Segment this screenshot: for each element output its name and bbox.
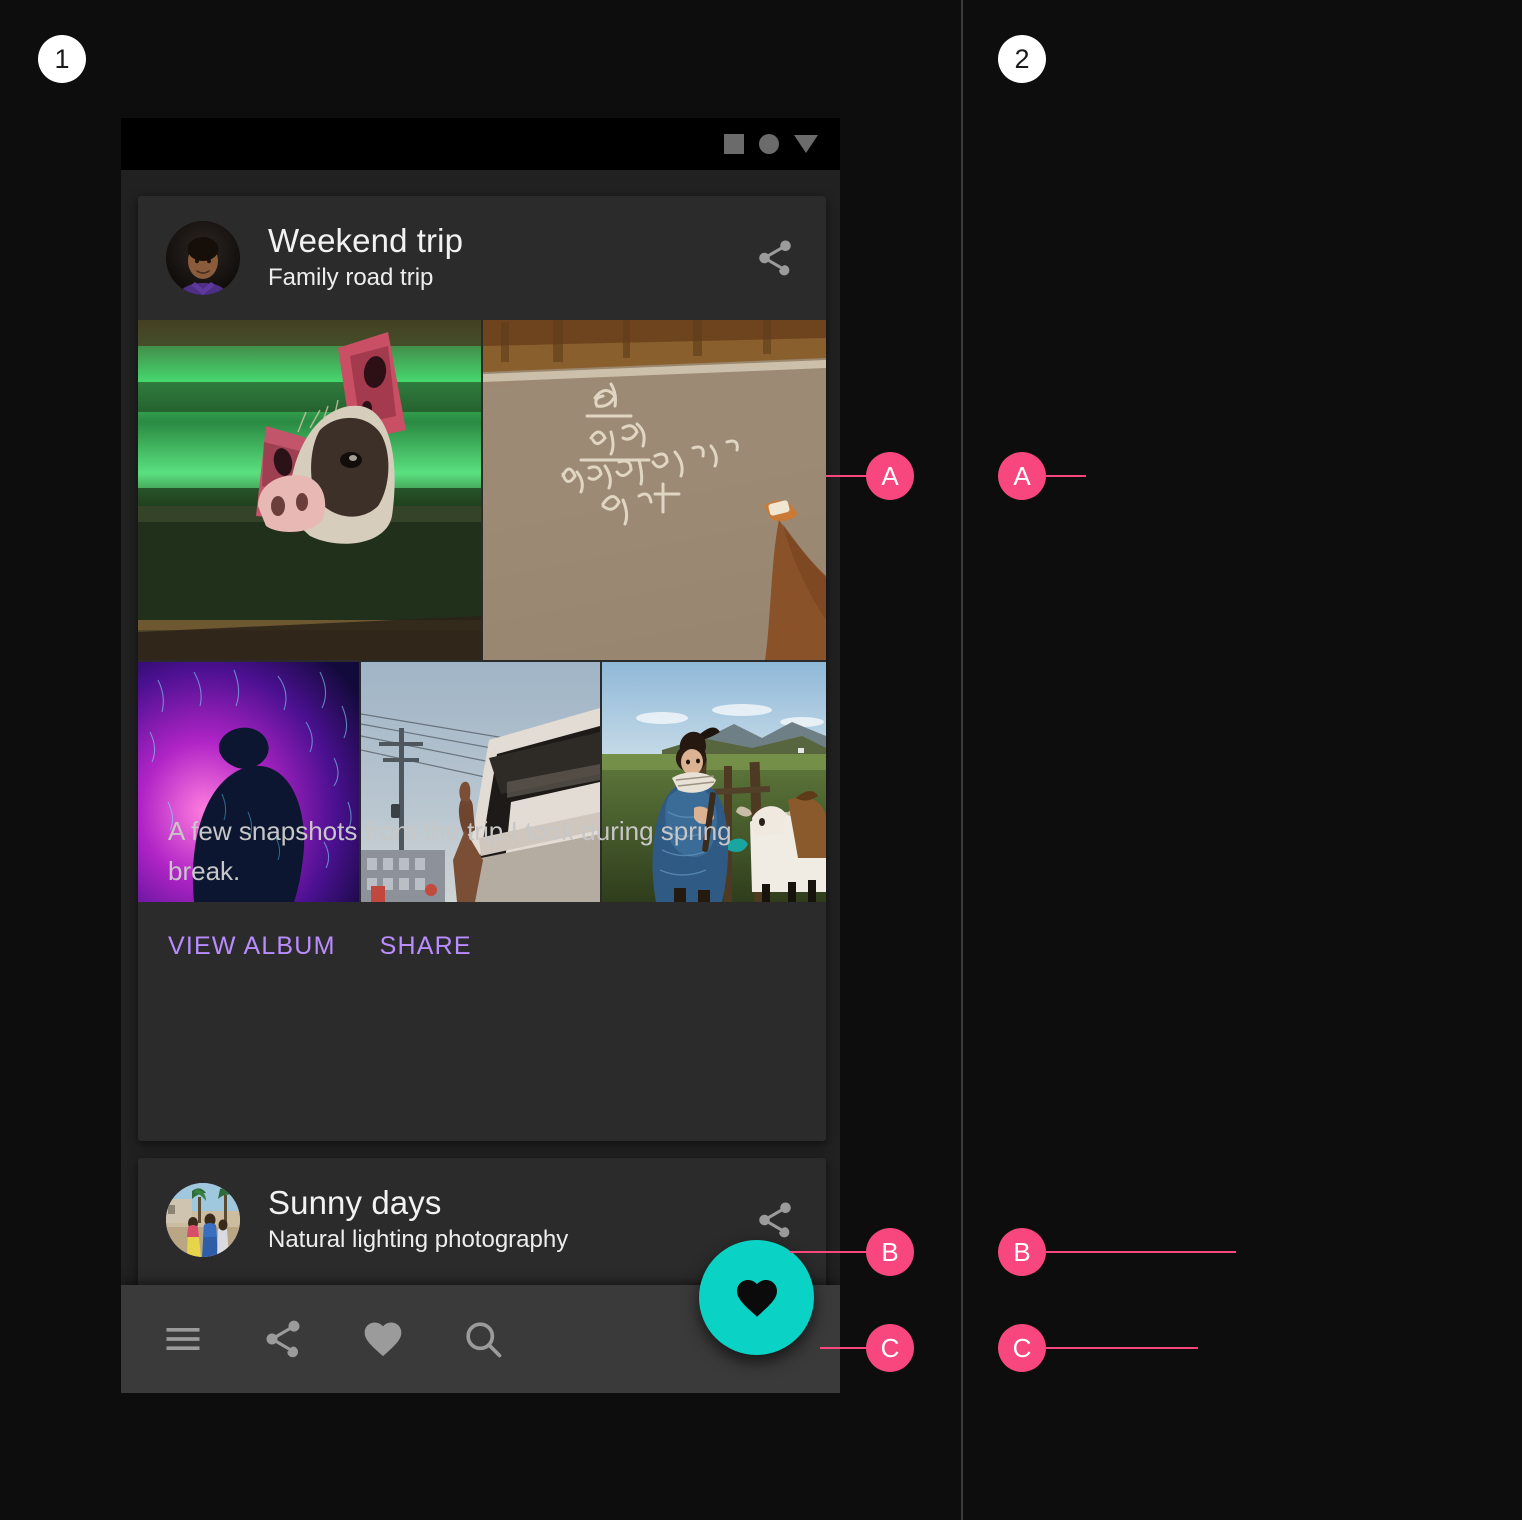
card-header-text: Sunny days Natural lighting photography (268, 1183, 742, 1256)
photo-chalkboard-writing[interactable] (483, 320, 826, 660)
elevation-ruler-diagram (961, 0, 1522, 1520)
share-button[interactable]: SHARE (380, 932, 472, 961)
leader-line-c-right (1046, 1347, 1198, 1349)
card-title: Sunny days (268, 1183, 442, 1221)
leader-line-b-left (790, 1251, 870, 1253)
marker-b-right: B (998, 1228, 1046, 1276)
photo-pig-in-pen[interactable] (138, 320, 481, 660)
card-actions: VIEW ALBUM SHARE (138, 932, 826, 961)
share-icon[interactable] (259, 1315, 307, 1363)
marker-b-left: B (866, 1228, 914, 1276)
leader-line-b-right (1046, 1251, 1236, 1253)
marker-a-left-label: A (881, 461, 899, 491)
step-badge-1-label: 1 (54, 43, 70, 74)
card-title: Weekend trip (268, 221, 464, 259)
status-bar (121, 118, 840, 170)
photo-grid (138, 320, 826, 902)
circle-icon (759, 134, 779, 154)
avatar (166, 221, 240, 295)
search-icon[interactable] (459, 1315, 507, 1363)
card-subtitle: Family road trip (268, 264, 434, 292)
card-body: A few snapshots from the trip I took dur… (138, 786, 826, 891)
marker-c-right: C (998, 1324, 1046, 1372)
leader-line-a-left (825, 475, 869, 477)
marker-c-left-label: C (880, 1333, 900, 1363)
marker-b-right-label: B (1013, 1237, 1031, 1267)
heart-icon[interactable] (359, 1315, 407, 1363)
leader-line-a-right (1046, 475, 1086, 477)
floating-action-button[interactable] (699, 1240, 814, 1355)
card-header-text: Weekend trip Family road trip (268, 221, 742, 294)
step-badge-1: 1 (38, 35, 86, 83)
share-icon[interactable] (752, 235, 798, 281)
square-icon (724, 134, 744, 154)
marker-a-left: A (866, 452, 914, 500)
share-icon[interactable] (752, 1197, 798, 1243)
marker-a-right-label: A (1013, 461, 1031, 491)
diagram-canvas: 1 2 Weekend trip Family road trip A few … (0, 0, 1522, 1520)
view-album-button[interactable]: VIEW ALBUM (168, 932, 336, 961)
card-body-text: A few snapshots from the trip I took dur… (168, 816, 732, 886)
marker-a-right: A (998, 452, 1046, 500)
marker-c-right-label: C (1012, 1333, 1032, 1363)
menu-icon[interactable] (159, 1315, 207, 1363)
marker-c-left: C (866, 1324, 914, 1372)
card-weekend-trip[interactable]: Weekend trip Family road trip A few snap… (138, 196, 826, 1141)
leader-line-c-left (820, 1347, 870, 1349)
ruler-labels: ( dp ) 1 6 8 (961, 1437, 1522, 1471)
triangle-down-icon (794, 135, 818, 153)
marker-b-left-label: B (881, 1237, 899, 1267)
avatar (166, 1183, 240, 1257)
card-subtitle: Natural lighting photography (268, 1226, 569, 1254)
heart-icon (736, 1279, 777, 1317)
card-header: Weekend trip Family road trip (138, 196, 826, 320)
status-bar-icons (724, 118, 818, 170)
phone-mockup: Weekend trip Family road trip A few snap… (121, 118, 840, 1393)
